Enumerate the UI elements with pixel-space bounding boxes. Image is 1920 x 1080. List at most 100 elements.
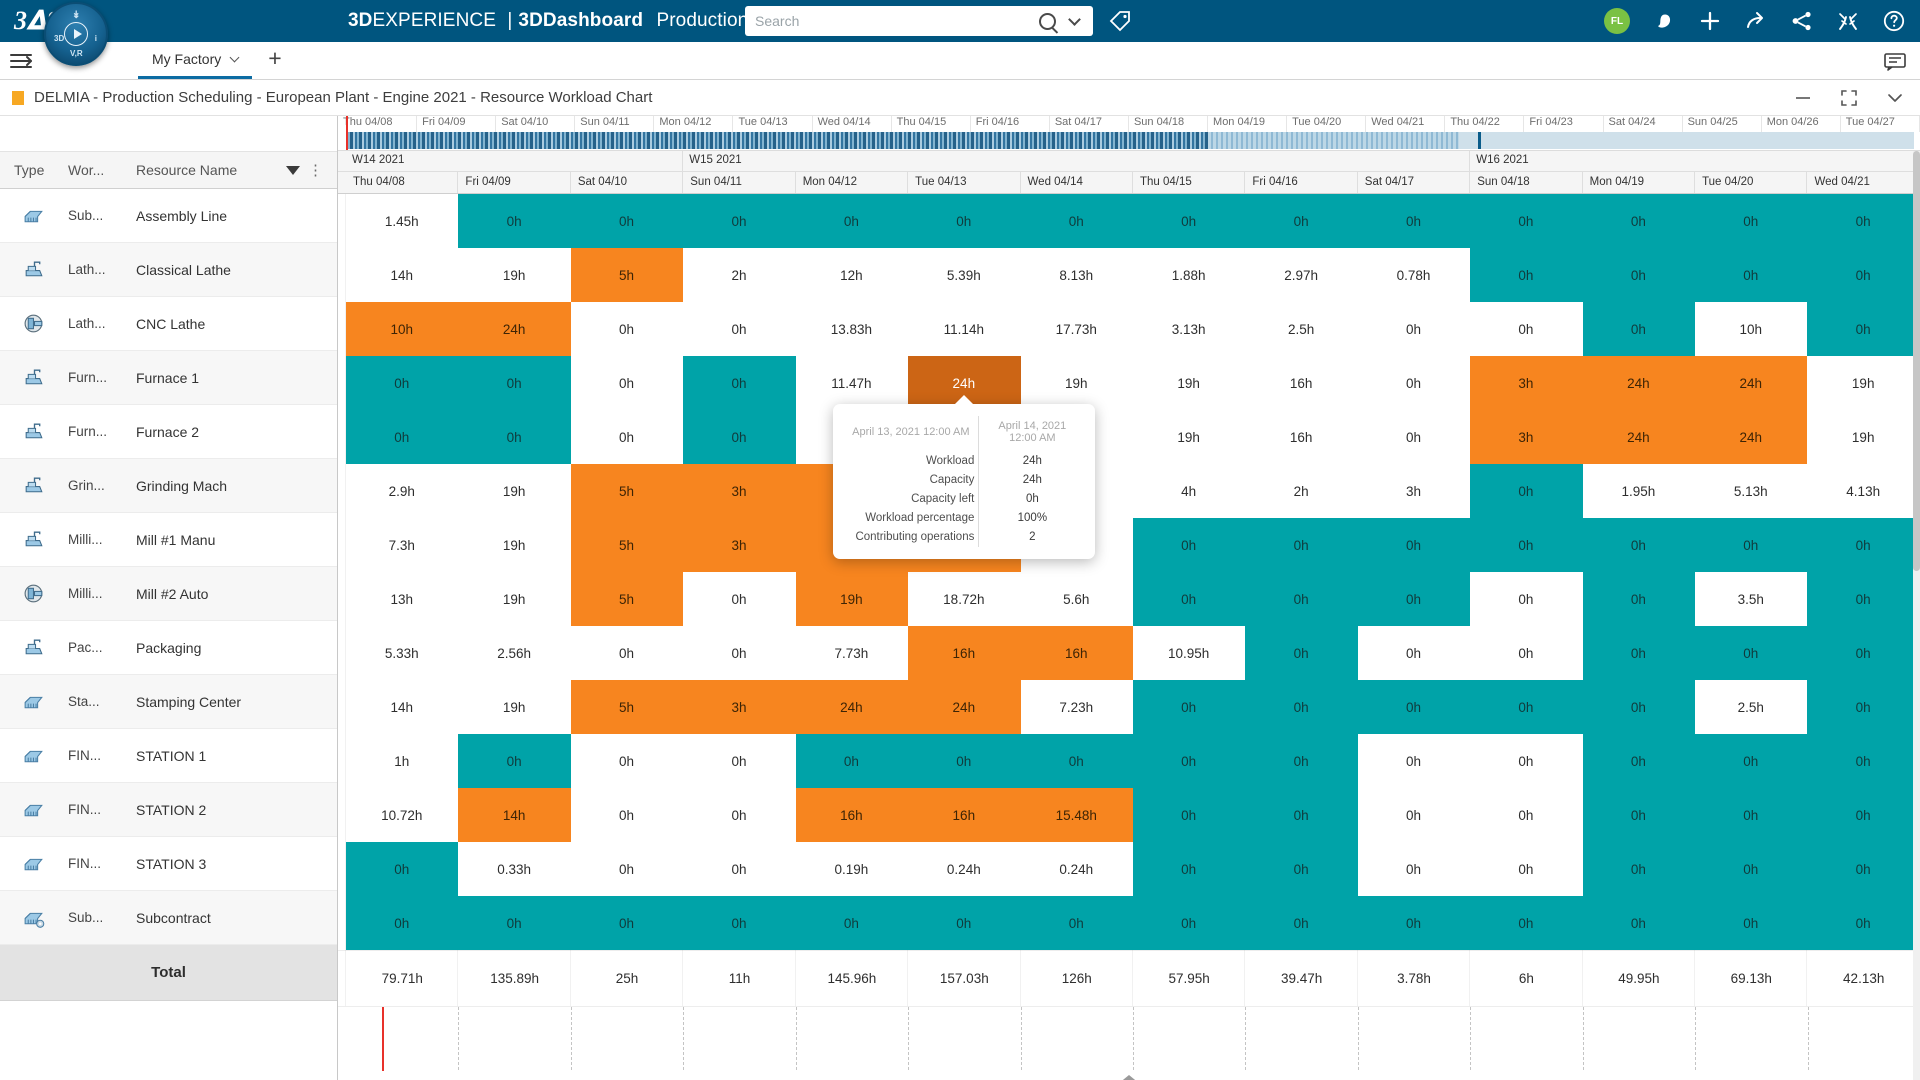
add-icon[interactable] bbox=[1698, 9, 1722, 33]
workload-cell[interactable]: 0h bbox=[1695, 194, 1808, 248]
workload-cell[interactable]: 0h bbox=[1695, 896, 1808, 950]
workload-cell[interactable]: 24h bbox=[1582, 410, 1696, 464]
tab-chevron-down-icon[interactable] bbox=[229, 52, 240, 63]
workload-cell[interactable]: 0h bbox=[1245, 626, 1358, 680]
table-row[interactable]: Sta... Stamping Center bbox=[0, 675, 337, 729]
workload-cell[interactable]: 0h bbox=[458, 734, 571, 788]
workload-cell[interactable]: 0h bbox=[346, 896, 459, 950]
workload-cell[interactable]: 0.78h bbox=[1357, 248, 1471, 302]
workload-cell[interactable]: 24h bbox=[1582, 356, 1696, 410]
chevron-down-icon[interactable] bbox=[1886, 89, 1904, 107]
workload-cell[interactable]: 24h bbox=[458, 302, 571, 356]
workload-cell[interactable]: 4.13h bbox=[1807, 464, 1920, 518]
day-header-cell[interactable]: Fri 04/09 bbox=[458, 172, 571, 193]
global-search[interactable] bbox=[745, 6, 1093, 36]
workload-cell[interactable]: 0h bbox=[1245, 518, 1358, 572]
workload-cell[interactable]: 0h bbox=[1807, 518, 1920, 572]
workload-cell[interactable]: 2.97h bbox=[1245, 248, 1358, 302]
table-row[interactable]: Furn... Furnace 2 bbox=[0, 405, 337, 459]
day-header-cell[interactable]: Sun 04/11 bbox=[683, 172, 796, 193]
workload-cell[interactable]: 0h bbox=[1470, 626, 1583, 680]
workload-cell[interactable]: 0h bbox=[1582, 734, 1696, 788]
workload-cell[interactable]: 12h bbox=[795, 248, 909, 302]
workload-cell[interactable]: 19h bbox=[458, 572, 571, 626]
workload-cell[interactable]: 0h bbox=[1807, 248, 1920, 302]
workload-cell[interactable]: 0h bbox=[1357, 788, 1471, 842]
workload-cell[interactable]: 19h bbox=[1807, 356, 1920, 410]
workload-cell[interactable]: 0h bbox=[1470, 572, 1583, 626]
workload-cell[interactable]: 16h bbox=[795, 788, 909, 842]
workload-cell[interactable]: 5h bbox=[570, 680, 684, 734]
day-header-cell[interactable]: Wed 04/14 bbox=[1021, 172, 1133, 193]
workload-cell[interactable]: 19h bbox=[1132, 356, 1246, 410]
workload-cell[interactable]: 0h bbox=[346, 410, 459, 464]
workload-cell[interactable]: 0h bbox=[1582, 302, 1696, 356]
workload-cell[interactable]: 0h bbox=[570, 842, 684, 896]
workload-cell[interactable]: 0h bbox=[570, 626, 684, 680]
workload-cell[interactable]: 0h bbox=[1357, 626, 1471, 680]
workload-cell[interactable]: 0h bbox=[1807, 302, 1920, 356]
workload-cell[interactable]: 0h bbox=[346, 356, 459, 410]
workload-cell[interactable]: 15.48h bbox=[1020, 788, 1133, 842]
workload-cell[interactable]: 0h bbox=[1245, 896, 1358, 950]
workload-cell[interactable]: 0h bbox=[1245, 788, 1358, 842]
workload-cell[interactable]: 2h bbox=[683, 248, 796, 302]
workload-cell[interactable]: 0.24h bbox=[908, 842, 1021, 896]
workload-cell[interactable]: 0h bbox=[458, 194, 571, 248]
workload-cell[interactable]: 0h bbox=[1357, 410, 1471, 464]
workload-cell[interactable]: 0h bbox=[1582, 680, 1696, 734]
workload-cell[interactable]: 0h bbox=[1582, 248, 1696, 302]
workload-cell[interactable]: 1.45h bbox=[346, 194, 459, 248]
help-icon[interactable] bbox=[1882, 9, 1906, 33]
column-options-icon[interactable]: ⋮ bbox=[308, 161, 323, 179]
workload-cell[interactable]: 24h bbox=[1695, 356, 1808, 410]
day-header-cell[interactable]: Mon 04/19 bbox=[1583, 172, 1696, 193]
column-header-workcenter[interactable]: Wor... bbox=[68, 162, 136, 178]
workload-cell[interactable]: 19h bbox=[458, 248, 571, 302]
workload-cell[interactable]: 3h bbox=[1357, 464, 1471, 518]
workload-cell[interactable]: 0h bbox=[1132, 572, 1246, 626]
workload-cell[interactable]: 16h bbox=[908, 626, 1021, 680]
workload-cell[interactable]: 16h bbox=[908, 788, 1021, 842]
workload-cell[interactable]: 0h bbox=[1695, 788, 1808, 842]
workload-cell[interactable]: 0h bbox=[1020, 896, 1133, 950]
workload-cell[interactable]: 0h bbox=[683, 896, 796, 950]
collapse-panel-icon[interactable] bbox=[1118, 1075, 1140, 1080]
table-row[interactable]: Lath... Classical Lathe bbox=[0, 243, 337, 297]
day-header-cell[interactable]: Sun 04/18 bbox=[1470, 172, 1583, 193]
workload-cell[interactable]: 0h bbox=[1807, 680, 1920, 734]
workload-cell[interactable]: 0h bbox=[570, 302, 684, 356]
workload-cell[interactable]: 0h bbox=[683, 842, 796, 896]
vertical-scrollbar[interactable] bbox=[1913, 151, 1920, 1080]
workload-cell[interactable]: 0h bbox=[908, 896, 1021, 950]
workload-cell[interactable]: 5h bbox=[570, 248, 684, 302]
search-chevron-down-icon[interactable] bbox=[1068, 12, 1081, 26]
tag-icon[interactable] bbox=[1108, 10, 1132, 34]
workload-cell[interactable]: 0h bbox=[908, 734, 1021, 788]
workload-cell[interactable]: 14h bbox=[346, 680, 459, 734]
workload-cell[interactable]: 5.39h bbox=[908, 248, 1021, 302]
workload-cell[interactable]: 0h bbox=[683, 194, 796, 248]
workload-cell[interactable]: 0h bbox=[908, 194, 1021, 248]
maximize-icon[interactable] bbox=[1840, 89, 1858, 107]
workload-cell[interactable]: 0h bbox=[1470, 680, 1583, 734]
workload-cell[interactable]: 0h bbox=[1357, 518, 1471, 572]
workload-cell[interactable]: 0h bbox=[1132, 842, 1246, 896]
workload-cell[interactable]: 5.13h bbox=[1695, 464, 1808, 518]
search-icon[interactable] bbox=[1039, 12, 1056, 30]
workload-cell[interactable]: 16h bbox=[1245, 410, 1358, 464]
workload-cell[interactable]: 3h bbox=[1470, 410, 1583, 464]
workload-cell[interactable]: 3h bbox=[1470, 356, 1583, 410]
day-header-cell[interactable]: Thu 04/15 bbox=[1133, 172, 1246, 193]
workload-cell[interactable]: 0h bbox=[1132, 734, 1246, 788]
workload-cell[interactable]: 4h bbox=[1132, 464, 1246, 518]
workload-cell[interactable]: 0h bbox=[1695, 248, 1808, 302]
workload-cell[interactable]: 0h bbox=[1132, 896, 1246, 950]
hamburger-menu-icon[interactable] bbox=[8, 50, 36, 72]
workload-cell[interactable]: 0.19h bbox=[795, 842, 909, 896]
workload-cell[interactable]: 0h bbox=[1470, 734, 1583, 788]
workload-cell[interactable]: 19h bbox=[1132, 410, 1246, 464]
workload-cell[interactable]: 0h bbox=[795, 734, 909, 788]
workload-cell[interactable]: 0h bbox=[1357, 356, 1471, 410]
vertical-scrollbar-thumb[interactable] bbox=[1913, 151, 1920, 571]
